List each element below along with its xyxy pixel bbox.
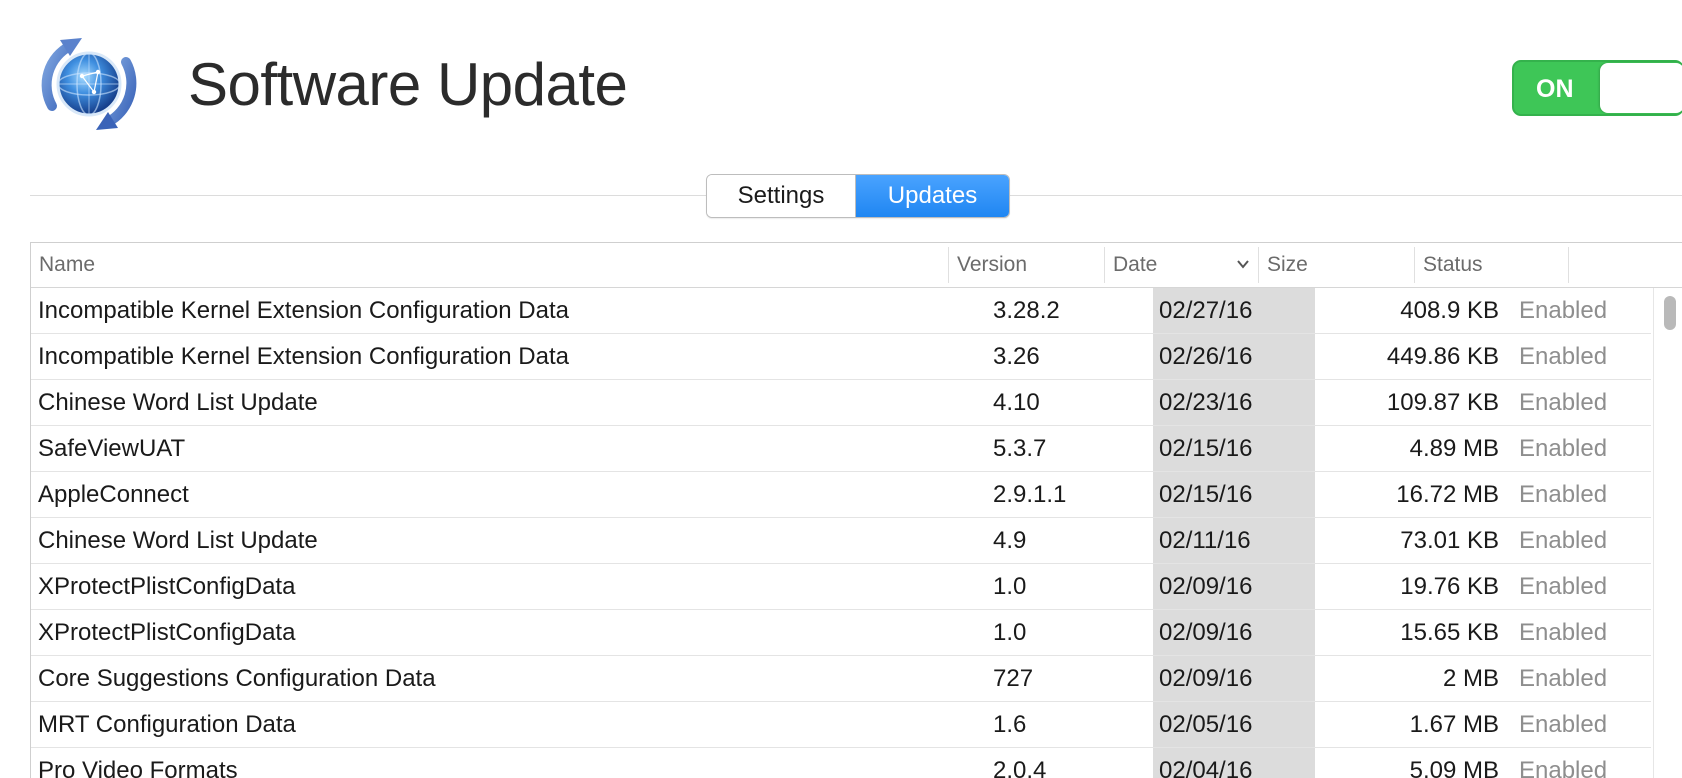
table-row[interactable]: Core Suggestions Configuration Data 727 … bbox=[31, 656, 1651, 702]
software-update-window: Software Update ON Settings Updates Name… bbox=[0, 0, 1682, 778]
update-size: 449.86 KB bbox=[1386, 343, 1499, 370]
update-version: 2.9.1.1 bbox=[993, 481, 1067, 508]
update-version: 727 bbox=[993, 665, 1034, 692]
update-status: Enabled bbox=[1519, 297, 1608, 324]
update-version: 3.26 bbox=[993, 343, 1040, 370]
update-date: 02/09/16 bbox=[1159, 665, 1253, 692]
update-date: 02/04/16 bbox=[1159, 757, 1253, 778]
update-name: AppleConnect bbox=[38, 481, 189, 508]
column-header-status[interactable]: Status bbox=[1415, 247, 1569, 283]
table-row[interactable]: XProtectPlistConfigData 1.0 02/09/16 15.… bbox=[31, 610, 1651, 656]
update-size: 408.9 KB bbox=[1400, 297, 1499, 324]
table-row[interactable]: Incompatible Kernel Extension Configurat… bbox=[31, 334, 1651, 380]
update-status: Enabled bbox=[1519, 481, 1608, 508]
column-header-name[interactable]: Name bbox=[31, 247, 949, 283]
column-header-status-label: Status bbox=[1423, 253, 1483, 276]
table-row[interactable]: SafeViewUAT 5.3.7 02/15/16 4.89 MB Enabl… bbox=[31, 426, 1651, 472]
update-name: MRT Configuration Data bbox=[38, 711, 296, 738]
update-size: 109.87 KB bbox=[1386, 389, 1499, 416]
chevron-down-icon bbox=[1237, 260, 1249, 269]
table-row[interactable]: MRT Configuration Data 1.6 02/05/16 1.67… bbox=[31, 702, 1651, 748]
update-name: XProtectPlistConfigData bbox=[38, 619, 296, 646]
table-body: Incompatible Kernel Extension Configurat… bbox=[31, 288, 1651, 778]
update-date: 02/15/16 bbox=[1159, 435, 1253, 462]
table-row[interactable]: Pro Video Formats 2.0.4 02/04/16 5.09 MB… bbox=[31, 748, 1651, 778]
scrollbar-thumb[interactable] bbox=[1664, 296, 1676, 330]
update-version: 1.0 bbox=[993, 573, 1027, 600]
update-size: 19.76 KB bbox=[1400, 573, 1499, 600]
column-header-version-label: Version bbox=[957, 253, 1028, 276]
update-date: 02/09/16 bbox=[1159, 619, 1253, 646]
update-status: Enabled bbox=[1519, 757, 1608, 778]
update-date: 02/27/16 bbox=[1159, 297, 1253, 324]
update-size: 5.09 MB bbox=[1409, 757, 1499, 778]
column-header-size[interactable]: Size bbox=[1259, 247, 1415, 283]
tab-updates[interactable]: Updates bbox=[856, 175, 1009, 217]
update-status: Enabled bbox=[1519, 573, 1608, 600]
update-name: Pro Video Formats bbox=[38, 757, 238, 778]
update-status: Enabled bbox=[1519, 527, 1608, 554]
update-date: 02/05/16 bbox=[1159, 711, 1253, 738]
update-name: SafeViewUAT bbox=[38, 435, 186, 462]
toggle-knob[interactable] bbox=[1600, 63, 1682, 113]
toggle-label: ON bbox=[1536, 75, 1574, 103]
column-header-date[interactable]: Date bbox=[1105, 247, 1259, 283]
update-size: 15.65 KB bbox=[1400, 619, 1499, 646]
table-row[interactable]: Chinese Word List Update 4.9 02/11/16 73… bbox=[31, 518, 1651, 564]
update-date: 02/26/16 bbox=[1159, 343, 1253, 370]
column-header-version[interactable]: Version bbox=[949, 247, 1105, 283]
column-header-name-label: Name bbox=[39, 253, 96, 276]
update-date: 02/09/16 bbox=[1159, 573, 1253, 600]
update-status: Enabled bbox=[1519, 711, 1608, 738]
table-row[interactable]: AppleConnect 2.9.1.1 02/15/16 16.72 MB E… bbox=[31, 472, 1651, 518]
update-size: 16.72 MB bbox=[1396, 481, 1499, 508]
update-status: Enabled bbox=[1519, 389, 1608, 416]
update-size: 1.67 MB bbox=[1409, 711, 1499, 738]
updates-table: Name Version Date Size Status Incompatib… bbox=[30, 242, 1682, 778]
app-title: Software Update bbox=[188, 51, 628, 118]
update-version: 3.28.2 bbox=[993, 297, 1060, 324]
update-status: Enabled bbox=[1519, 435, 1608, 462]
update-size: 73.01 KB bbox=[1400, 527, 1499, 554]
update-name: XProtectPlistConfigData bbox=[38, 573, 296, 600]
table-row[interactable]: XProtectPlistConfigData 1.0 02/09/16 19.… bbox=[31, 564, 1651, 610]
tab-settings[interactable]: Settings bbox=[707, 175, 856, 217]
column-header-date-label: Date bbox=[1113, 253, 1158, 276]
column-header-size-label: Size bbox=[1267, 253, 1308, 276]
update-name: Core Suggestions Configuration Data bbox=[38, 665, 436, 692]
update-status: Enabled bbox=[1519, 619, 1608, 646]
update-version: 1.6 bbox=[993, 711, 1027, 738]
table-row[interactable]: Chinese Word List Update 4.10 02/23/16 1… bbox=[31, 380, 1651, 426]
update-version: 1.0 bbox=[993, 619, 1027, 646]
update-version: 2.0.4 bbox=[993, 757, 1047, 778]
update-name: Incompatible Kernel Extension Configurat… bbox=[38, 343, 569, 370]
table-row[interactable]: Incompatible Kernel Extension Configurat… bbox=[31, 288, 1651, 334]
update-date: 02/15/16 bbox=[1159, 481, 1253, 508]
update-date: 02/11/16 bbox=[1159, 527, 1251, 554]
update-date: 02/23/16 bbox=[1159, 389, 1253, 416]
software-update-icon bbox=[41, 38, 137, 130]
update-name: Incompatible Kernel Extension Configurat… bbox=[38, 297, 569, 324]
tab-bar: Settings Updates bbox=[706, 174, 1010, 218]
update-status: Enabled bbox=[1519, 665, 1608, 692]
update-version: 5.3.7 bbox=[993, 435, 1047, 462]
update-size: 2 MB bbox=[1442, 665, 1499, 692]
update-status: Enabled bbox=[1519, 343, 1608, 370]
update-name: Chinese Word List Update bbox=[38, 389, 318, 416]
update-version: 4.10 bbox=[993, 389, 1040, 416]
table-header: Name Version Date Size Status bbox=[31, 243, 1682, 288]
update-size: 4.89 MB bbox=[1409, 435, 1499, 462]
update-version: 4.9 bbox=[993, 527, 1027, 554]
vertical-scrollbar[interactable] bbox=[1653, 288, 1682, 778]
update-name: Chinese Word List Update bbox=[38, 527, 318, 554]
software-update-toggle[interactable]: ON bbox=[1512, 60, 1682, 116]
